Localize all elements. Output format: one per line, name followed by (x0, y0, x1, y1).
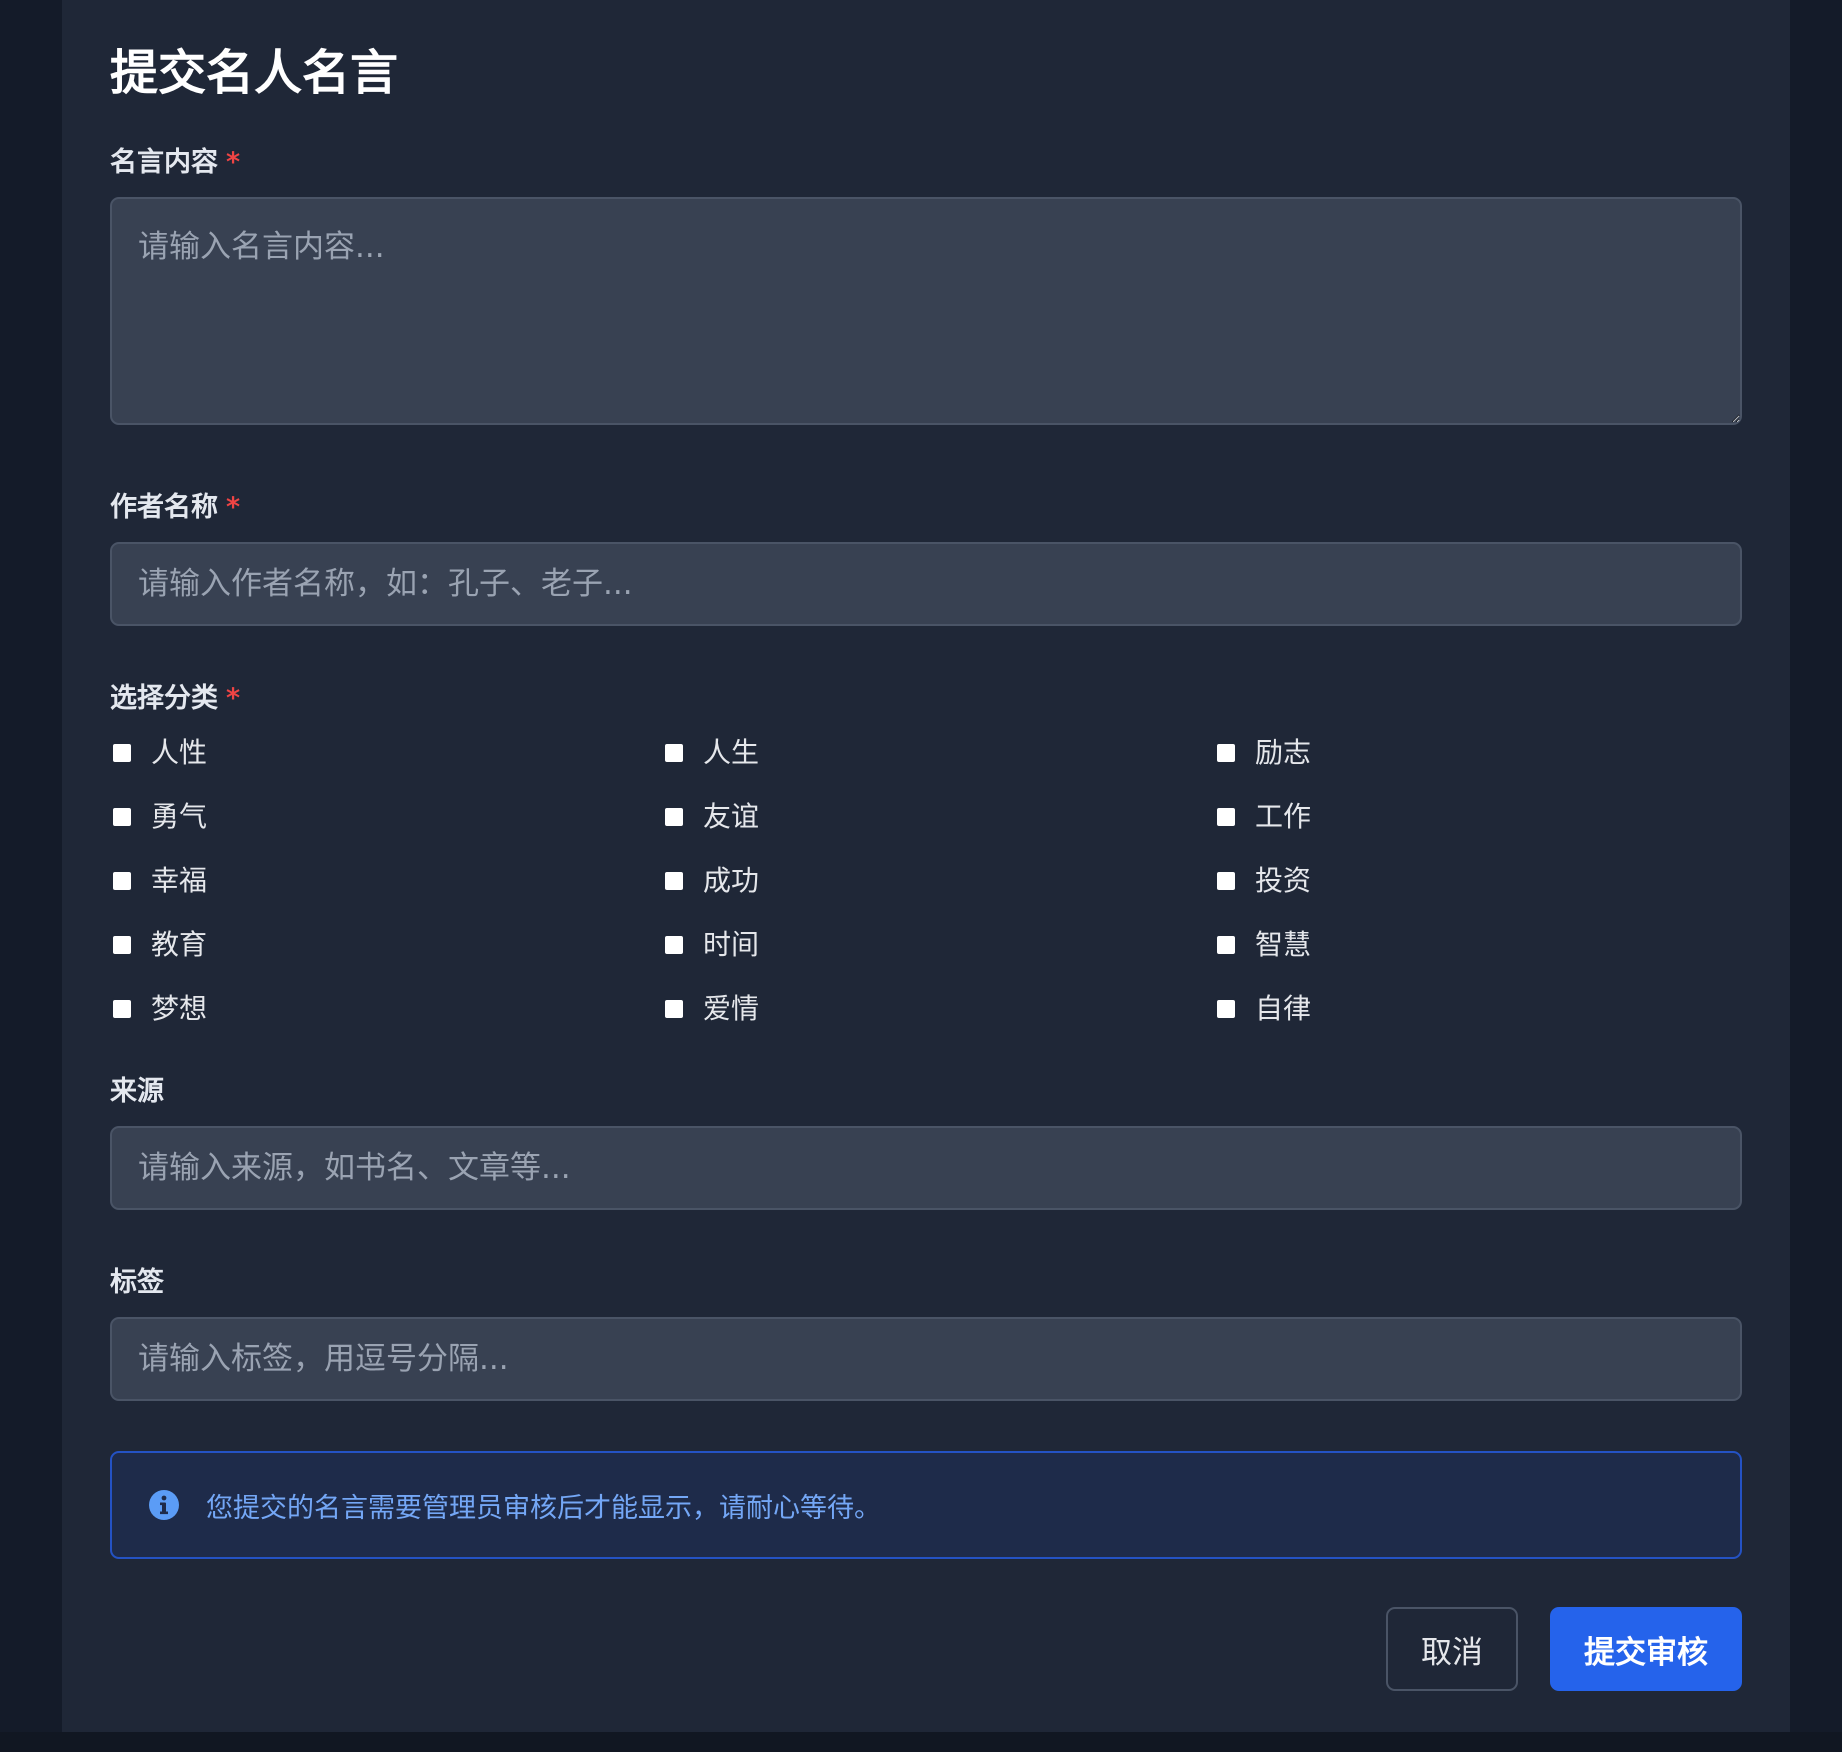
info-icon (149, 1490, 179, 1520)
category-option[interactable]: 智慧 (1214, 925, 1766, 965)
bottom-edge (0, 1732, 1842, 1752)
author-label-text: 作者名称 (110, 492, 218, 523)
quote-label: 名言内容 * (110, 144, 1742, 182)
category-checkbox[interactable] (111, 870, 133, 892)
category-list: 人性 人生 励志 勇气 友谊 工作 幸福 成功 投资 教育 时间 智慧 梦想 爱… (110, 733, 1742, 1029)
category-label: 成功 (703, 864, 760, 897)
required-mark: * (226, 492, 241, 523)
page: 提交名人名言 名言内容 * 作者名称 * 选择分类 * 人性 人生 励志 勇气 友谊 … (0, 0, 1842, 1752)
category-option[interactable]: 时间 (662, 925, 1214, 965)
category-checkbox[interactable] (1215, 934, 1237, 956)
category-checkbox[interactable] (663, 998, 685, 1020)
submit-quote-modal: 提交名人名言 名言内容 * 作者名称 * 选择分类 * 人性 人生 励志 勇气 友谊 … (62, 0, 1790, 1732)
category-label: 幸福 (151, 864, 208, 897)
category-label: 人性 (151, 736, 208, 769)
category-checkbox[interactable] (111, 998, 133, 1020)
review-notice-text: 您提交的名言需要管理员审核后才能显示，请耐心等待。 (206, 1492, 881, 1524)
review-notice: 您提交的名言需要管理员审核后才能显示，请耐心等待。 (110, 1451, 1742, 1559)
category-checkbox[interactable] (1215, 806, 1237, 828)
category-checkbox[interactable] (111, 742, 133, 764)
tags-label: 标签 (110, 1267, 164, 1298)
category-option[interactable]: 人生 (662, 733, 1214, 773)
category-checkbox[interactable] (1215, 742, 1237, 764)
category-option[interactable]: 人性 (110, 733, 662, 773)
category-option[interactable]: 幸福 (110, 861, 662, 901)
tags-input[interactable] (110, 1317, 1742, 1401)
category-option[interactable]: 友谊 (662, 797, 1214, 837)
category-option[interactable]: 工作 (1214, 797, 1766, 837)
category-checkbox[interactable] (663, 870, 685, 892)
source-input[interactable] (110, 1126, 1742, 1210)
categories-label-text: 选择分类 (110, 683, 218, 714)
category-checkbox[interactable] (663, 934, 685, 956)
author-input[interactable] (110, 542, 1742, 626)
category-label: 励志 (1255, 736, 1312, 769)
category-label: 爱情 (703, 992, 760, 1025)
quote-label-text: 名言内容 (110, 147, 218, 178)
category-label: 勇气 (151, 800, 208, 833)
category-checkbox[interactable] (111, 806, 133, 828)
required-mark: * (226, 683, 241, 714)
category-label: 自律 (1255, 992, 1312, 1025)
quote-textarea[interactable] (110, 197, 1742, 425)
category-option[interactable]: 励志 (1214, 733, 1766, 773)
categories-label: 选择分类 * (110, 680, 1742, 718)
author-label: 作者名称 * (110, 489, 1742, 527)
category-label: 时间 (703, 928, 760, 961)
category-checkbox[interactable] (663, 742, 685, 764)
category-option[interactable]: 梦想 (110, 989, 662, 1029)
category-checkbox[interactable] (1215, 998, 1237, 1020)
category-label: 投资 (1255, 864, 1312, 897)
source-label: 来源 (110, 1076, 164, 1107)
form-actions: 取消 提交审核 (110, 1607, 1742, 1691)
category-option[interactable]: 爱情 (662, 989, 1214, 1029)
category-checkbox[interactable] (663, 806, 685, 828)
category-checkbox[interactable] (111, 934, 133, 956)
category-label: 智慧 (1255, 928, 1312, 961)
category-label: 工作 (1255, 800, 1312, 833)
category-option[interactable]: 成功 (662, 861, 1214, 901)
category-label: 人生 (703, 736, 760, 769)
submit-review-button[interactable]: 提交审核 (1550, 1607, 1742, 1691)
required-mark: * (226, 147, 241, 178)
category-label: 友谊 (703, 800, 760, 833)
cancel-button[interactable]: 取消 (1386, 1607, 1518, 1691)
category-option[interactable]: 投资 (1214, 861, 1766, 901)
category-option[interactable]: 教育 (110, 925, 662, 965)
category-option[interactable]: 自律 (1214, 989, 1766, 1029)
category-label: 教育 (151, 928, 208, 961)
category-option[interactable]: 勇气 (110, 797, 662, 837)
category-label: 梦想 (151, 992, 208, 1025)
category-checkbox[interactable] (1215, 870, 1237, 892)
modal-title: 提交名人名言 (110, 45, 399, 101)
